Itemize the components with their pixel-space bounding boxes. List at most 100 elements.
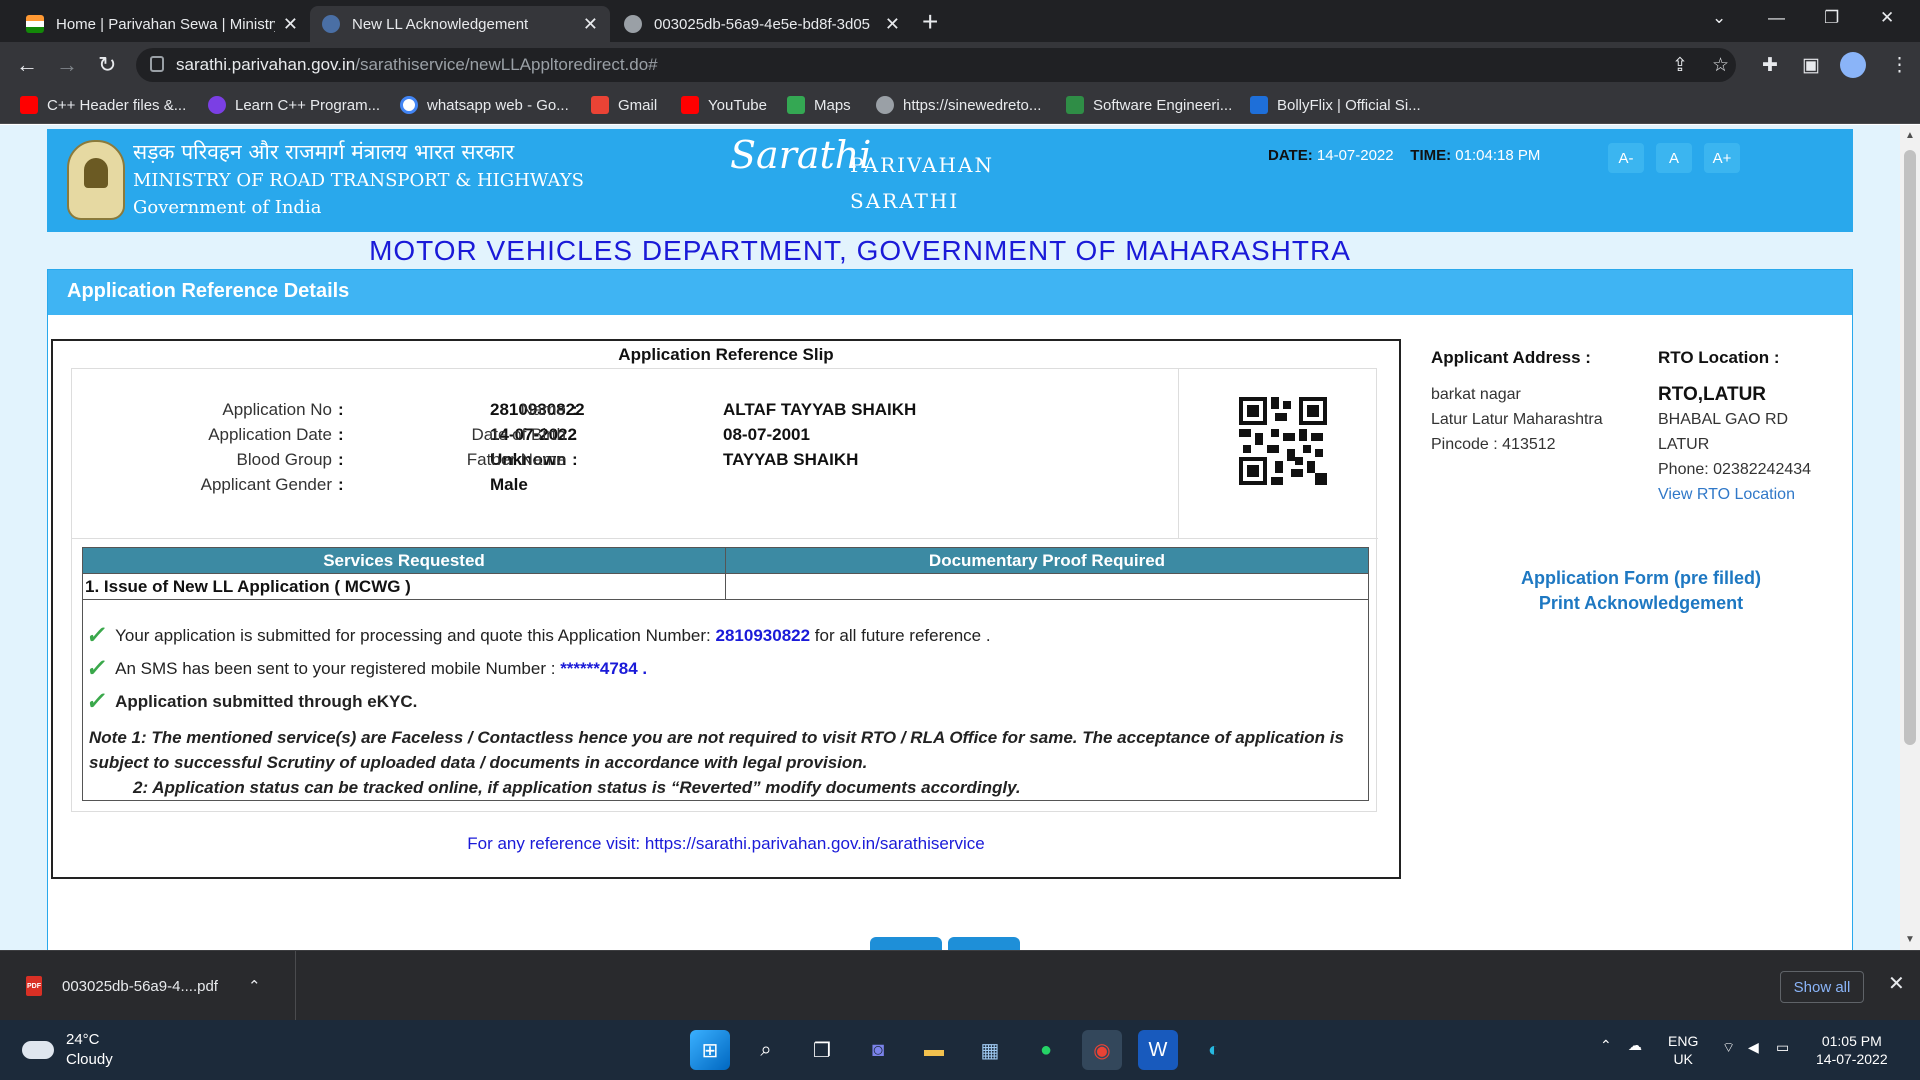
government-of-india: Government of India — [133, 197, 322, 218]
scroll-down-icon[interactable]: ▼ — [1905, 934, 1915, 945]
temperature: 24°C — [66, 1031, 100, 1048]
tab-new-ll-acknowledgement[interactable]: New LL Acknowledgement ✕ — [310, 6, 610, 42]
edge-icon[interactable]: ◐ — [1194, 1030, 1234, 1070]
gender-label: Applicant Gender — [200, 475, 332, 494]
clock-time: 01:05 PM — [1821, 1033, 1882, 1049]
language-indicator[interactable]: ENG UK — [1668, 1032, 1698, 1068]
gender-value: Male — [490, 475, 528, 494]
restore-icon[interactable]: ❐ — [1824, 8, 1839, 28]
scrollbar-thumb[interactable] — [1904, 150, 1916, 745]
print-acknowledgement-link[interactable]: Print Acknowledgement — [1431, 591, 1851, 616]
bookmark-label: Software Engineeri... — [1093, 96, 1233, 114]
tab-home-parivahan[interactable]: Home | Parivahan Sewa | Ministry ✕ — [14, 6, 310, 42]
close-tab-icon[interactable]: ✕ — [885, 14, 900, 35]
rto-phone: Phone: 02382242434 — [1658, 461, 1812, 478]
word-icon[interactable]: W — [1138, 1030, 1178, 1070]
scroll-up-icon[interactable]: ▲ — [1905, 130, 1915, 141]
action-button[interactable] — [948, 937, 1020, 950]
close-window-icon[interactable]: ✕ — [1880, 8, 1894, 28]
weather-widget[interactable]: 24°C Cloudy — [22, 1030, 113, 1070]
address-bar[interactable]: sarathi.parivahan.gov.in/sarathiservice/… — [136, 48, 1736, 82]
bookmark-bollyflix[interactable]: BollyFlix | Official Si... — [1250, 96, 1421, 114]
onedrive-cloud-icon[interactable]: ☁ — [1628, 1036, 1642, 1054]
normal-font-button[interactable]: A — [1656, 143, 1692, 173]
submission-messages: ✓ Your application is submitted for proc… — [82, 599, 1369, 801]
close-tab-icon[interactable]: ✕ — [283, 14, 298, 35]
table-row: 1. Issue of New LL Application ( MCWG ) — [82, 573, 1369, 600]
application-form-link[interactable]: Application Form (pre filled) — [1431, 566, 1851, 591]
action-links: Application Form (pre filled) Print Ackn… — [1431, 566, 1851, 616]
file-explorer-icon[interactable]: ▬ — [914, 1030, 954, 1070]
show-all-button[interactable]: Show all — [1780, 971, 1864, 1003]
rto-location: RTO Location : RTO,LATUR BHABAL GAO RD L… — [1658, 345, 1811, 507]
message-text: Your application is submitted for proces… — [115, 625, 711, 645]
parivahan-sarathi-text: PARIVAHAN SARATHI — [850, 147, 994, 219]
message-ekyc: ✓ Application submitted through eKYC. — [85, 687, 418, 716]
menu-kebab-icon[interactable]: ⋮ — [1890, 54, 1909, 77]
address-line: barkat nagar — [1431, 386, 1521, 403]
bookmark-whatsapp[interactable]: whatsapp web - Go... — [400, 96, 569, 114]
ministry-title: सड़क परिवहन और राजमार्ग मंत्रालय भारत सर… — [133, 137, 584, 221]
reload-icon[interactable]: ↻ — [98, 52, 116, 78]
minimize-icon[interactable]: — — [1768, 8, 1785, 28]
note-2: 2: Application status can be tracked onl… — [133, 778, 1021, 797]
ministry-english: MINISTRY OF ROAD TRANSPORT & HIGHWAYS — [133, 170, 584, 191]
date-label: DATE: — [1268, 147, 1313, 164]
colon: : — [338, 475, 344, 494]
bollyflix-icon — [1250, 96, 1268, 114]
wifi-icon[interactable]: ⌔ — [1722, 1038, 1735, 1056]
volume-icon[interactable]: ◀ — [1748, 1038, 1759, 1056]
new-tab-button[interactable]: + — [922, 8, 938, 36]
forward-icon[interactable]: → — [56, 52, 78, 78]
share-icon[interactable]: ⇪ — [1672, 54, 1688, 77]
bookmark-youtube[interactable]: YouTube — [681, 96, 767, 114]
bookmark-maps[interactable]: Maps — [787, 96, 851, 114]
lock-icon[interactable] — [150, 56, 164, 72]
services-requested-header: Services Requested — [82, 547, 726, 574]
search-icon[interactable]: ⌕ — [746, 1030, 786, 1070]
font-size-controls: A- A A+ — [1608, 143, 1740, 173]
mobile-number-highlight: ******4784 . — [560, 658, 648, 678]
back-icon[interactable]: ← — [16, 52, 38, 78]
download-item[interactable]: PDF 003025db-56a9-4....pdf ⌃ — [0, 951, 296, 1021]
view-rto-location-link[interactable]: View RTO Location — [1658, 486, 1795, 503]
whatsapp-icon[interactable]: ● — [1026, 1030, 1066, 1070]
tab-pdf[interactable]: 003025db-56a9-4e5e-bd8f-3d05 ✕ — [612, 6, 912, 42]
clock[interactable]: 01:05 PM 14-07-2022 — [1816, 1032, 1888, 1068]
tab-search-icon[interactable]: ⌄ — [1712, 8, 1726, 28]
page-content: सड़क परिवहन और राजमार्ग मंत्रालय भारत सर… — [0, 125, 1900, 950]
chevron-up-icon[interactable]: ⌃ — [248, 977, 261, 995]
youtube-icon — [681, 96, 699, 114]
increase-font-button[interactable]: A+ — [1704, 143, 1740, 173]
close-tab-icon[interactable]: ✕ — [583, 14, 598, 35]
chrome-icon[interactable]: ◉ — [1082, 1030, 1122, 1070]
clock-date: 14-07-2022 — [1816, 1051, 1888, 1067]
colon: : — [572, 450, 578, 469]
bookmark-sinewed[interactable]: https://sinewedreto... — [876, 96, 1041, 114]
profile-avatar[interactable] — [1840, 52, 1866, 78]
close-download-bar-icon[interactable]: ✕ — [1888, 971, 1905, 996]
chevron-up-tray-icon[interactable]: ⌃ — [1600, 1036, 1612, 1054]
decrease-font-button[interactable]: A- — [1608, 143, 1644, 173]
table-header-row: Services Requested Documentary Proof Req… — [82, 547, 1369, 574]
bookmark-gmail[interactable]: Gmail — [591, 96, 657, 114]
download-filename: 003025db-56a9-4....pdf — [62, 977, 218, 995]
rto-address-line: LATUR — [1658, 436, 1710, 453]
globe-icon — [624, 15, 642, 33]
teams-chat-icon[interactable]: ◙ — [858, 1030, 898, 1070]
bookmark-label: YouTube — [708, 96, 767, 114]
action-button[interactable] — [870, 937, 942, 950]
bookmark-star-icon[interactable]: ☆ — [1712, 54, 1729, 77]
ministry-hindi: सड़क परिवहन और राजमार्ग मंत्रालय भारत सर… — [133, 140, 515, 164]
bookmark-software-eng[interactable]: Software Engineeri... — [1066, 96, 1232, 114]
bookmark-cpp-header[interactable]: C++ Header files &... — [20, 96, 186, 114]
bookmark-learn-cpp[interactable]: Learn C++ Program... — [208, 96, 380, 114]
microsoft-store-icon[interactable]: ▦ — [970, 1030, 1010, 1070]
side-panel-icon[interactable]: ▣ — [1802, 54, 1820, 77]
battery-icon[interactable]: ▭ — [1776, 1038, 1789, 1056]
task-view-icon[interactable]: ❐ — [802, 1030, 842, 1070]
windows-start-icon[interactable]: ⊞ — [690, 1030, 730, 1070]
extensions-icon[interactable]: ✚ — [1762, 54, 1778, 77]
bookmark-label: Maps — [814, 96, 851, 114]
date-value: 14-07-2022 — [1316, 147, 1394, 164]
